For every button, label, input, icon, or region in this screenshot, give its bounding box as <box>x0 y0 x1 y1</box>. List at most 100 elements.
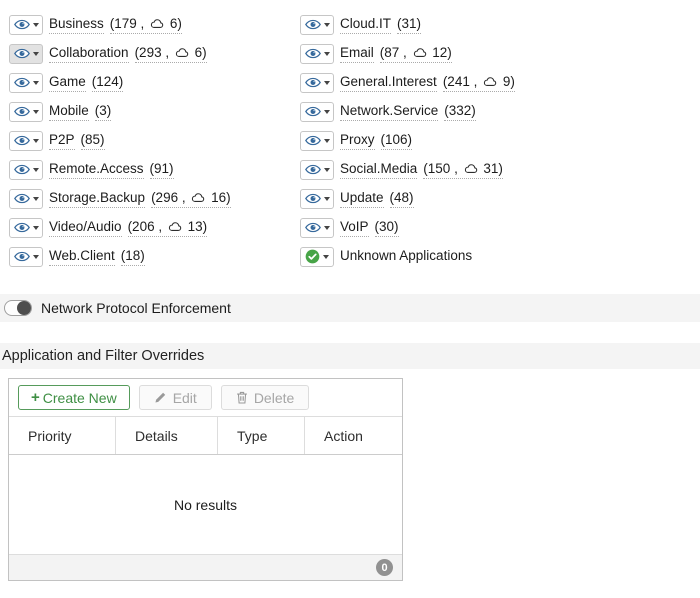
caret-down-icon <box>324 139 330 143</box>
category-action-dropdown-button[interactable] <box>9 189 43 209</box>
caret-down-icon <box>33 23 39 27</box>
category-action-dropdown-button[interactable] <box>300 15 334 35</box>
category-row: VoIP (30) <box>300 213 695 242</box>
category-label[interactable]: Game <box>49 74 86 92</box>
category-label[interactable]: Mobile <box>49 103 89 121</box>
eye-icon <box>305 222 321 233</box>
eye-icon <box>14 164 30 175</box>
category-label[interactable]: Social.Media <box>340 161 417 179</box>
category-row: Mobile (3) <box>9 97 294 126</box>
caret-down-icon <box>33 226 39 230</box>
category-label[interactable]: Business <box>49 16 104 34</box>
eye-icon <box>305 19 321 30</box>
category-action-dropdown-button[interactable] <box>9 218 43 238</box>
caret-down-icon <box>33 52 39 56</box>
category-action-dropdown-button[interactable] <box>9 131 43 151</box>
category-action-dropdown-button[interactable] <box>300 160 334 180</box>
delete-button[interactable]: Delete <box>221 385 309 410</box>
category-label[interactable]: Cloud.IT <box>340 16 391 34</box>
check-circle-icon <box>305 249 320 264</box>
category-row: Remote.Access (91) <box>9 155 294 184</box>
network-protocol-enforcement-toggle[interactable] <box>4 300 32 316</box>
category-count[interactable]: (91) <box>150 161 174 179</box>
category-count[interactable]: (48) <box>390 190 414 208</box>
caret-down-icon <box>324 197 330 201</box>
network-protocol-enforcement-row: Network Protocol Enforcement <box>0 294 700 322</box>
category-action-dropdown-button[interactable] <box>9 102 43 122</box>
category-action-dropdown-button[interactable] <box>300 102 334 122</box>
category-action-dropdown-button[interactable] <box>9 44 43 64</box>
eye-icon <box>14 251 30 262</box>
caret-down-icon <box>324 226 330 230</box>
category-row: Proxy (106) <box>300 126 695 155</box>
category-count[interactable]: (30) <box>375 219 399 237</box>
category-label[interactable]: Collaboration <box>49 45 129 63</box>
category-count[interactable]: (31) <box>397 16 421 34</box>
edit-button[interactable]: Edit <box>139 385 212 410</box>
create-new-label: Create New <box>43 390 117 406</box>
category-row: Business (179 , 6) <box>9 10 294 39</box>
category-column-right: Cloud.IT (31) Email (87 , 12) General.Intere… <box>300 10 695 271</box>
category-count[interactable]: (3) <box>95 103 112 121</box>
category-row: Game (124) <box>9 68 294 97</box>
network-protocol-enforcement-label: Network Protocol Enforcement <box>41 300 231 316</box>
category-row: General.Interest (241 , 9) <box>300 68 695 97</box>
category-count[interactable]: (106) <box>381 132 413 150</box>
overrides-table: + Create New Edit Delete Priority Detail… <box>8 378 403 581</box>
category-count[interactable]: (87 , 12) <box>380 45 452 63</box>
eye-icon <box>305 106 321 117</box>
category-row: Storage.Backup (296 , 16) <box>9 184 294 213</box>
column-header-type: Type <box>217 417 304 454</box>
category-count[interactable]: (124) <box>92 74 124 92</box>
overrides-table-body: No results <box>9 455 402 554</box>
category-action-dropdown-button[interactable] <box>9 247 43 267</box>
eye-icon <box>14 106 30 117</box>
category-count[interactable]: (18) <box>121 248 145 266</box>
caret-down-icon <box>324 110 330 114</box>
category-action-dropdown-button[interactable] <box>9 73 43 93</box>
category-label[interactable]: VoIP <box>340 219 369 237</box>
category-row: Email (87 , 12) <box>300 39 695 68</box>
caret-down-icon <box>323 255 329 259</box>
category-action-dropdown-button[interactable] <box>300 73 334 93</box>
category-label[interactable]: Update <box>340 190 384 208</box>
category-count[interactable]: (85) <box>81 132 105 150</box>
category-label[interactable]: Remote.Access <box>49 161 144 179</box>
category-count[interactable]: (241 , 9) <box>443 74 515 92</box>
category-action-dropdown-button[interactable] <box>300 189 334 209</box>
category-label[interactable]: Proxy <box>340 132 375 150</box>
category-label[interactable]: General.Interest <box>340 74 437 92</box>
category-count[interactable]: (332) <box>444 103 476 121</box>
category-action-dropdown-button[interactable] <box>9 15 43 35</box>
category-label[interactable]: Email <box>340 45 374 63</box>
category-count[interactable]: (179 , 6) <box>110 16 182 34</box>
category-action-dropdown-button[interactable] <box>9 160 43 180</box>
category-label[interactable]: Network.Service <box>340 103 438 121</box>
category-label: Unknown Applications <box>340 248 472 265</box>
row-count-badge: 0 <box>376 559 393 576</box>
category-row: Update (48) <box>300 184 695 213</box>
caret-down-icon <box>324 52 330 56</box>
category-count[interactable]: (293 , 6) <box>135 45 207 63</box>
caret-down-icon <box>324 23 330 27</box>
category-action-dropdown-button[interactable] <box>300 131 334 151</box>
category-action-dropdown-button[interactable] <box>300 247 334 267</box>
category-row: Cloud.IT (31) <box>300 10 695 39</box>
category-label[interactable]: Video/Audio <box>49 219 122 237</box>
category-label[interactable]: Web.Client <box>49 248 115 266</box>
category-count[interactable]: (296 , 16) <box>151 190 231 208</box>
create-new-button[interactable]: + Create New <box>18 385 130 410</box>
category-action-dropdown-button[interactable] <box>300 218 334 238</box>
category-action-dropdown-button[interactable] <box>300 44 334 64</box>
caret-down-icon <box>33 197 39 201</box>
category-row: Network.Service (332) <box>300 97 695 126</box>
category-label[interactable]: Storage.Backup <box>49 190 145 208</box>
category-count[interactable]: (206 , 13) <box>128 219 208 237</box>
eye-icon <box>14 77 30 88</box>
caret-down-icon <box>324 81 330 85</box>
category-label[interactable]: P2P <box>49 132 75 150</box>
eye-icon <box>14 135 30 146</box>
eye-icon <box>14 48 30 59</box>
category-count[interactable]: (150 , 31) <box>423 161 503 179</box>
category-column-left: Business (179 , 6) Collaboration (293 , 6) G… <box>9 10 294 271</box>
